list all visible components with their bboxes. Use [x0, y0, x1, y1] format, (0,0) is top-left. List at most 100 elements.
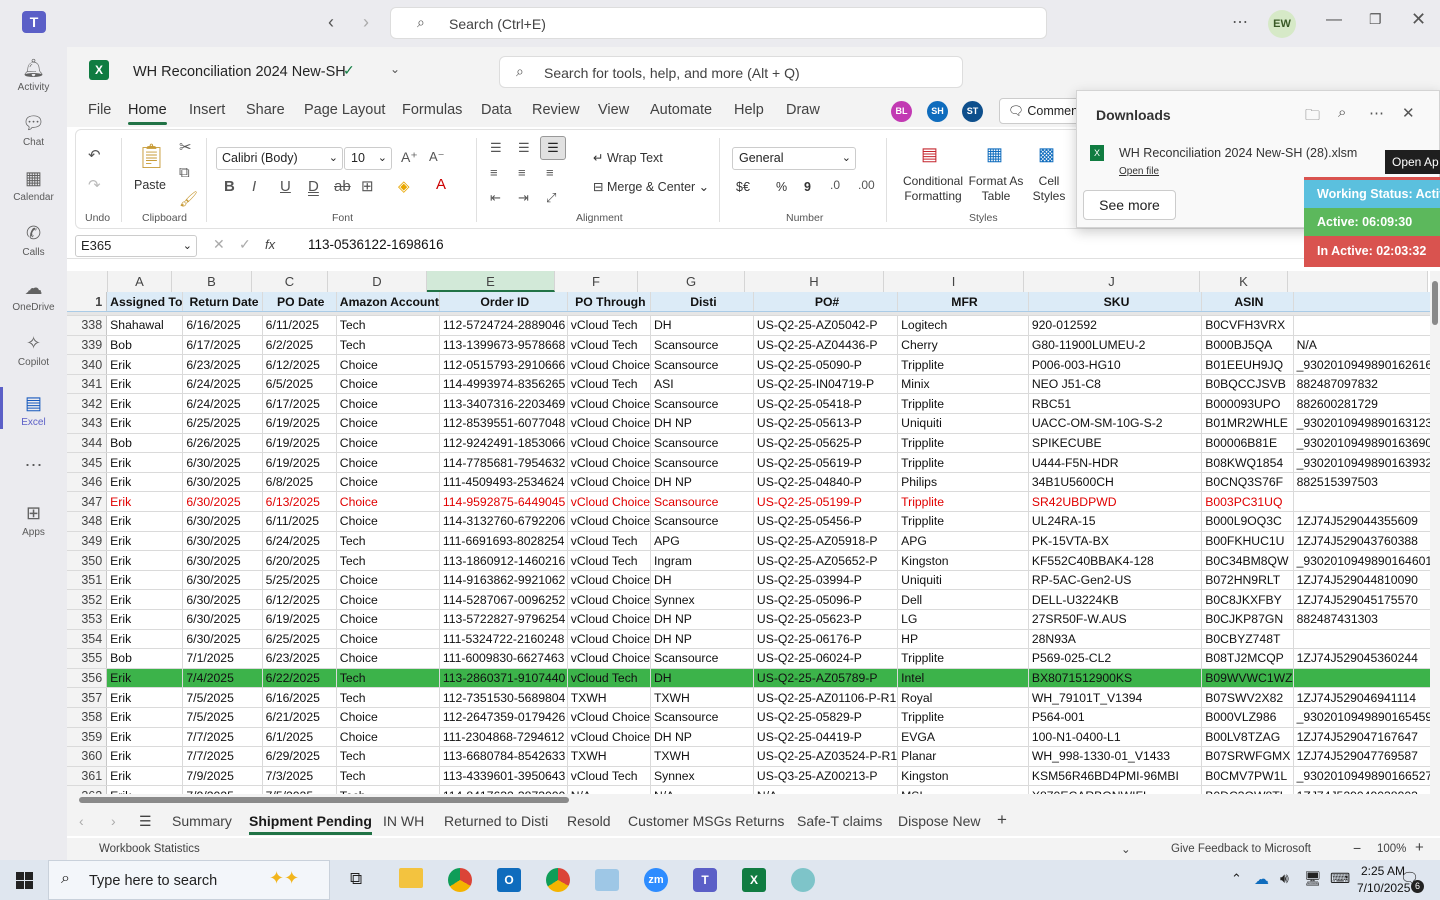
cell[interactable]: vCloud Choice [567, 648, 651, 669]
cell[interactable]: 6/29/2025 [262, 746, 337, 767]
comma-button[interactable]: 9 [804, 180, 811, 194]
cell[interactable]: US-Q2-25-05096-P [753, 589, 899, 610]
cell[interactable]: B07SWV2X82 [1201, 687, 1294, 708]
column-title-cell[interactable]: Assigned To [106, 292, 184, 313]
row-number[interactable]: 344 [67, 433, 108, 454]
cell[interactable]: Scansource [650, 491, 754, 513]
cell[interactable]: Tech [336, 335, 440, 356]
cell[interactable]: N/A [567, 785, 651, 794]
cell[interactable]: vCloud Choice [567, 511, 651, 532]
cell[interactable]: BX8071512900KS [1028, 668, 1203, 689]
cell[interactable]: B0CMV7PW1L [1201, 766, 1294, 787]
cell[interactable]: B0CVFH3VRX [1201, 315, 1294, 336]
cell[interactable]: MSI [897, 785, 1029, 794]
sheet-tab-summary[interactable]: Summary [172, 813, 232, 829]
sheet-tab-returned-to-disti[interactable]: Returned to Disti [444, 813, 548, 829]
cell[interactable]: 882515397503 [1293, 472, 1440, 493]
row-number[interactable]: 357 [67, 687, 108, 708]
currency-button[interactable]: $€ [736, 180, 750, 194]
cell[interactable]: Synnex [650, 766, 754, 787]
cell[interactable]: Erik [106, 413, 184, 434]
onedrive-icon[interactable]: ☁ [1254, 870, 1269, 888]
download-file-name[interactable]: WH Reconciliation 2024 New-SH (28).xlsm [1119, 146, 1357, 160]
cell[interactable]: B000L9OQ3C [1201, 511, 1294, 532]
cell[interactable]: 27SR50F-W.AUS [1028, 609, 1203, 630]
cell[interactable]: NEO J51-C8 [1028, 374, 1203, 395]
cell[interactable]: 6/25/2025 [262, 629, 337, 650]
teams-icon[interactable]: T [693, 868, 717, 892]
collaborator-avatar[interactable]: ST [962, 101, 983, 122]
cell[interactable]: vCloud Tech [567, 335, 651, 356]
cell[interactable]: DH [650, 315, 754, 336]
orientation-icon[interactable]: ⤢ [546, 190, 556, 206]
cell[interactable]: Kingston [897, 550, 1029, 571]
cell[interactable]: Scansource [650, 511, 754, 532]
teams-search-box[interactable]: ⌕ Search (Ctrl+E) [390, 7, 1047, 39]
tab-help[interactable]: Help [734, 102, 764, 118]
cell[interactable]: DH NP [650, 609, 754, 630]
fill-color-icon[interactable]: ◈ [398, 177, 410, 195]
cell[interactable]: 6/16/2025 [262, 687, 337, 708]
cell[interactable]: Choice [336, 393, 440, 415]
cell[interactable]: Tripplite [897, 707, 1029, 728]
cell[interactable]: US-Q2-25-AZ05652-P [753, 550, 899, 571]
row-number[interactable]: 355 [67, 648, 108, 669]
cell[interactable]: US-Q2-25-AZ01106-P-R1 [753, 687, 899, 708]
cell[interactable]: Erik [106, 766, 184, 787]
column-title-cell[interactable]: ASIN [1201, 292, 1294, 313]
more-apps-icon[interactable]: ⋯ [0, 455, 67, 476]
cell[interactable]: U444-F5N-HDR [1028, 452, 1203, 473]
column-header[interactable]: H [745, 271, 884, 292]
font-size-select[interactable]: 10 ⌄ [344, 147, 392, 170]
cell[interactable]: Choice [336, 511, 440, 532]
cell[interactable]: Philips [897, 472, 1029, 493]
horizontal-scroll-thumb[interactable] [79, 797, 569, 803]
chevron-down-icon[interactable]: ⌄ [1121, 842, 1131, 856]
cell[interactable]: vCloud Choice [567, 707, 651, 728]
cell[interactable]: B0CBYZ748T [1201, 629, 1294, 650]
row-number[interactable]: 338 [67, 315, 108, 336]
teams-logo-icon[interactable]: T [22, 11, 46, 33]
sheet-tab-dispose-new[interactable]: Dispose New [898, 813, 980, 829]
cell[interactable]: Tripplite [897, 393, 1029, 415]
cell[interactable]: Tech [336, 766, 440, 787]
column-header[interactable]: C [252, 271, 328, 292]
cell[interactable]: 6/5/2025 [262, 374, 337, 395]
cell[interactable]: 111-2304868-7294612 [439, 727, 568, 748]
cell[interactable]: Erik [106, 452, 184, 473]
row-number[interactable]: 346 [67, 472, 108, 493]
cell[interactable]: Choice [336, 354, 440, 375]
cell[interactable]: US-Q2-25-05623-P [753, 609, 899, 630]
cell[interactable]: 114-8417632-3873000 [439, 785, 568, 794]
cell[interactable]: 6/19/2025 [262, 433, 337, 454]
cell[interactable]: 6/13/2025 [262, 491, 337, 513]
paste-button[interactable]: Paste [134, 178, 166, 192]
cell[interactable]: 112-2647359-0179426 [439, 707, 568, 728]
column-header[interactable]: B [172, 271, 252, 292]
cell[interactable]: US-Q2-25-AZ04436-P [753, 335, 899, 356]
cell[interactable]: B00FKHUC1U [1201, 531, 1294, 552]
insert-function-icon[interactable]: fx [265, 237, 275, 252]
cell[interactable]: DH NP [650, 472, 754, 493]
cell[interactable]: B09WVWC1WZ [1201, 668, 1294, 689]
workbook-statistics[interactable]: Workbook Statistics [99, 843, 200, 855]
cut-icon[interactable]: ✂ [179, 138, 192, 156]
cell[interactable]: Erik [106, 687, 184, 708]
cell[interactable]: Erik [106, 589, 184, 610]
cell[interactable]: 920-012592 [1028, 315, 1203, 336]
app-icon[interactable] [791, 868, 815, 892]
cell[interactable]: Choice [336, 374, 440, 395]
cell[interactable]: 112-9242491-1853066 [439, 433, 568, 454]
cell[interactable]: Ingram [650, 550, 754, 571]
align-bottom-icon[interactable]: ☰ [540, 136, 566, 160]
open-app-button[interactable]: Open Ap [1385, 150, 1440, 174]
cell[interactable]: DELL-U3224KB [1028, 589, 1203, 610]
cell[interactable]: 28N93A [1028, 629, 1203, 650]
cell[interactable]: PK-15VTA-BX [1028, 531, 1203, 552]
cell[interactable]: _93020109498901665271 [1293, 766, 1440, 787]
cell[interactable]: Tech [336, 785, 440, 794]
cell[interactable]: 6/12/2025 [262, 354, 337, 375]
align-top-icon[interactable]: ☰ [490, 140, 502, 156]
cell[interactable]: US-Q2-25-06024-P [753, 648, 899, 669]
conditional-formatting-button[interactable]: Conditional Formatting [898, 174, 968, 204]
